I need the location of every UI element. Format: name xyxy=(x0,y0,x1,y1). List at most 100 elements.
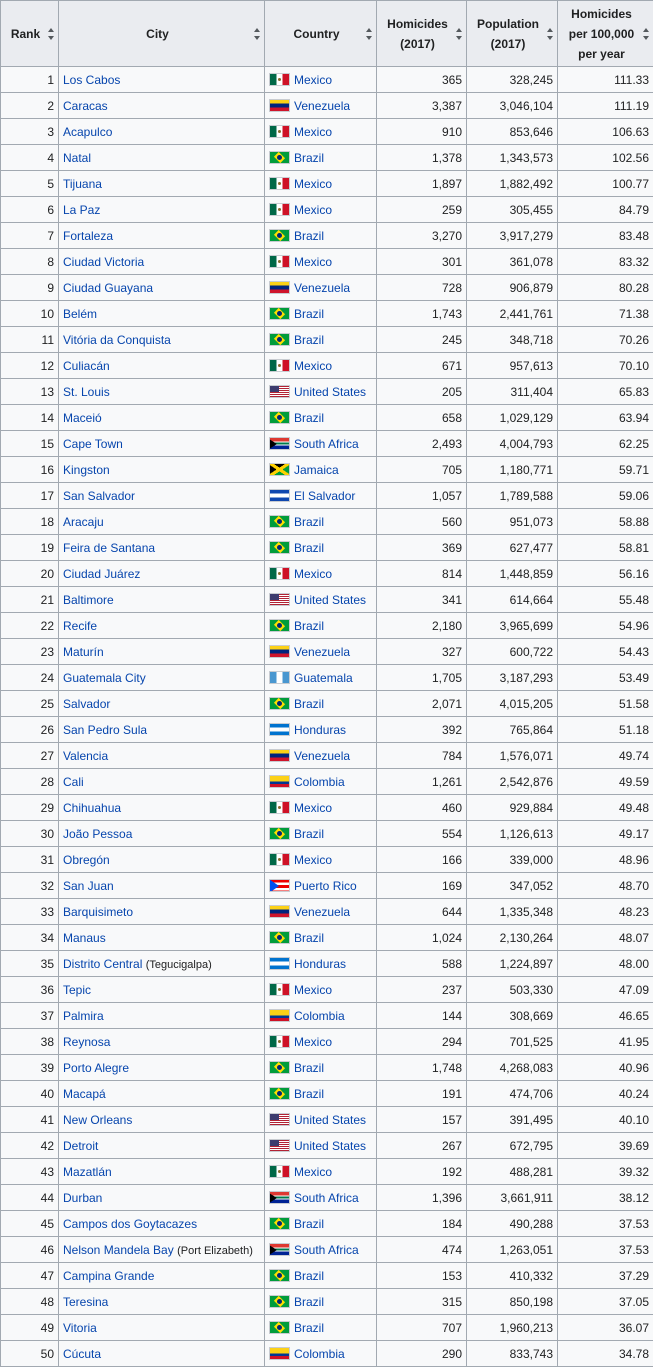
country-link[interactable]: Mexico xyxy=(294,853,332,867)
city-link[interactable]: Los Cabos xyxy=(63,73,120,87)
city-link[interactable]: Natal xyxy=(63,151,91,165)
city-link[interactable]: Manaus xyxy=(63,931,106,945)
city-link[interactable]: Mazatlán xyxy=(63,1165,112,1179)
city-column-header[interactable]: City xyxy=(58,0,265,67)
country-link[interactable]: South Africa xyxy=(294,1191,359,1205)
country-link[interactable]: Brazil xyxy=(294,697,324,711)
city-link[interactable]: Kingston xyxy=(63,463,110,477)
city-link[interactable]: Aracaju xyxy=(63,515,104,529)
country-link[interactable]: Venezuela xyxy=(294,905,350,919)
country-link[interactable]: Brazil xyxy=(294,307,324,321)
country-link[interactable]: Venezuela xyxy=(294,281,350,295)
sort-icon[interactable] xyxy=(48,27,55,40)
city-link[interactable]: Cape Town xyxy=(63,437,123,451)
sort-icon[interactable] xyxy=(366,27,373,40)
city-link[interactable]: Maceió xyxy=(63,411,102,425)
city-link[interactable]: Reynosa xyxy=(63,1035,110,1049)
country-link[interactable]: Brazil xyxy=(294,515,324,529)
country-link[interactable]: Brazil xyxy=(294,1087,324,1101)
population-column-header[interactable]: Population (2017) xyxy=(466,0,558,67)
rate-column-header[interactable]: Homicides per 100,000 per year xyxy=(557,0,653,67)
country-link[interactable]: Colombia xyxy=(294,1009,345,1023)
city-link[interactable]: Durban xyxy=(63,1191,102,1205)
city-link[interactable]: New Orleans xyxy=(63,1113,132,1127)
country-link[interactable]: Mexico xyxy=(294,203,332,217)
city-link[interactable]: Vitoria xyxy=(63,1321,97,1335)
sort-icon[interactable] xyxy=(547,27,554,40)
country-link[interactable]: Honduras xyxy=(294,723,346,737)
city-link[interactable]: Maturín xyxy=(63,645,104,659)
city-link[interactable]: Acapulco xyxy=(63,125,112,139)
country-link[interactable]: United States xyxy=(294,1113,366,1127)
city-link[interactable]: Salvador xyxy=(63,697,110,711)
country-link[interactable]: United States xyxy=(294,1139,366,1153)
city-link[interactable]: Culiacán xyxy=(63,359,110,373)
city-link[interactable]: Baltimore xyxy=(63,593,114,607)
city-link[interactable]: Guatemala City xyxy=(63,671,146,685)
city-link[interactable]: João Pessoa xyxy=(63,827,132,841)
country-link[interactable]: Mexico xyxy=(294,359,332,373)
city-link[interactable]: Nelson Mandela Bay xyxy=(63,1243,174,1257)
country-link[interactable]: Brazil xyxy=(294,827,324,841)
country-link[interactable]: Jamaica xyxy=(294,463,339,477)
city-link[interactable]: Porto Alegre xyxy=(63,1061,129,1075)
city-link[interactable]: La Paz xyxy=(63,203,100,217)
city-link[interactable]: Distrito Central xyxy=(63,957,142,971)
country-link[interactable]: El Salvador xyxy=(294,489,355,503)
country-link[interactable]: Mexico xyxy=(294,177,332,191)
city-link[interactable]: Cali xyxy=(63,775,84,789)
city-link[interactable]: Tepic xyxy=(63,983,91,997)
city-link[interactable]: Belém xyxy=(63,307,97,321)
country-link[interactable]: Colombia xyxy=(294,1347,345,1361)
city-link[interactable]: San Pedro Sula xyxy=(63,723,147,737)
country-link[interactable]: Venezuela xyxy=(294,99,350,113)
country-link[interactable]: United States xyxy=(294,593,366,607)
country-link[interactable]: Brazil xyxy=(294,229,324,243)
city-link[interactable]: Detroit xyxy=(63,1139,98,1153)
country-link[interactable]: Mexico xyxy=(294,125,332,139)
country-link[interactable]: Mexico xyxy=(294,73,332,87)
country-link[interactable]: Brazil xyxy=(294,1321,324,1335)
city-link[interactable]: Feira de Santana xyxy=(63,541,155,555)
sort-icon[interactable] xyxy=(254,27,261,40)
city-link[interactable]: Palmira xyxy=(63,1009,104,1023)
city-link[interactable]: Cúcuta xyxy=(63,1347,101,1361)
city-link[interactable]: Ciudad Guayana xyxy=(63,281,153,295)
country-link[interactable]: Venezuela xyxy=(294,645,350,659)
country-link[interactable]: Mexico xyxy=(294,567,332,581)
country-link[interactable]: Brazil xyxy=(294,619,324,633)
country-link[interactable]: Brazil xyxy=(294,1217,324,1231)
country-link[interactable]: Puerto Rico xyxy=(294,879,357,893)
country-link[interactable]: Brazil xyxy=(294,411,324,425)
country-link[interactable]: Mexico xyxy=(294,1035,332,1049)
country-link[interactable]: Guatemala xyxy=(294,671,353,685)
city-link[interactable]: San Juan xyxy=(63,879,114,893)
city-link[interactable]: Teresina xyxy=(63,1295,108,1309)
city-link[interactable]: Obregón xyxy=(63,853,110,867)
rank-column-header[interactable]: Rank xyxy=(0,0,59,67)
country-link[interactable]: Brazil xyxy=(294,151,324,165)
city-link[interactable]: Macapá xyxy=(63,1087,106,1101)
country-link[interactable]: Venezuela xyxy=(294,749,350,763)
country-link[interactable]: Mexico xyxy=(294,983,332,997)
city-link[interactable]: Campos dos Goytacazes xyxy=(63,1217,197,1231)
sort-icon[interactable] xyxy=(456,27,463,40)
homicides-column-header[interactable]: Homicides (2017) xyxy=(376,0,467,67)
country-link[interactable]: Brazil xyxy=(294,931,324,945)
country-link[interactable]: Honduras xyxy=(294,957,346,971)
country-link[interactable]: Brazil xyxy=(294,1061,324,1075)
city-link[interactable]: Ciudad Victoria xyxy=(63,255,144,269)
country-link[interactable]: South Africa xyxy=(294,1243,359,1257)
city-link[interactable]: San Salvador xyxy=(63,489,135,503)
city-link[interactable]: Chihuahua xyxy=(63,801,121,815)
country-link[interactable]: Mexico xyxy=(294,801,332,815)
country-column-header[interactable]: Country xyxy=(264,0,377,67)
city-link[interactable]: Caracas xyxy=(63,99,108,113)
country-link[interactable]: South Africa xyxy=(294,437,359,451)
city-link[interactable]: Recife xyxy=(63,619,97,633)
sort-icon[interactable] xyxy=(643,27,650,40)
city-link[interactable]: St. Louis xyxy=(63,385,110,399)
city-link[interactable]: Ciudad Juárez xyxy=(63,567,140,581)
city-link[interactable]: Barquisimeto xyxy=(63,905,133,919)
city-link[interactable]: Tijuana xyxy=(63,177,102,191)
